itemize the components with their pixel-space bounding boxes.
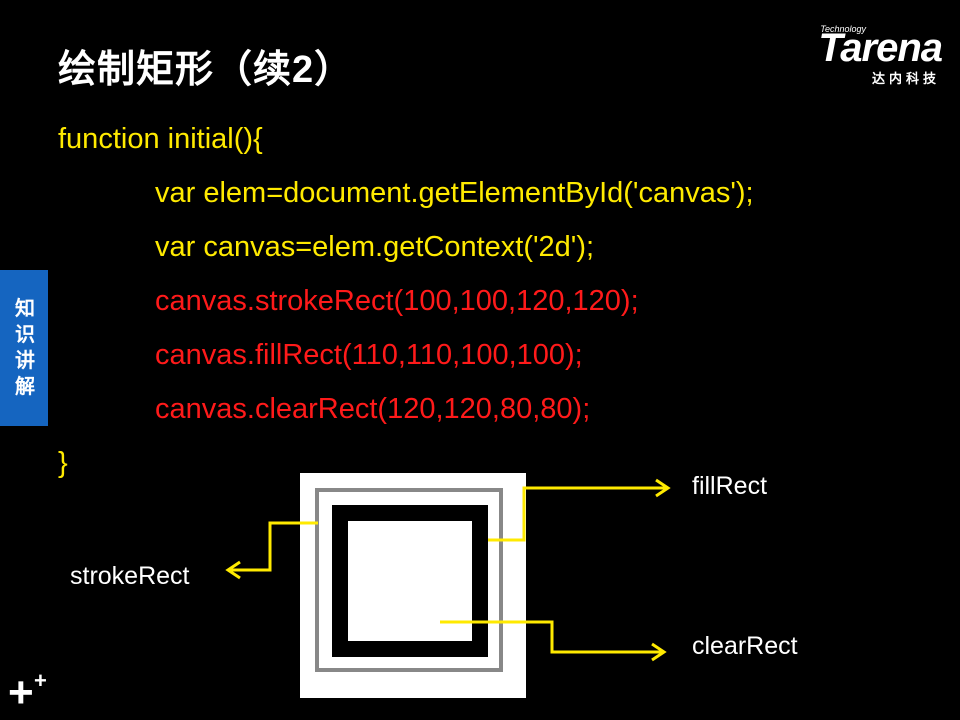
label-clearrect: clearRect [692,632,798,660]
clear-arrow [440,620,664,654]
plus-icon: + [8,668,34,717]
stroke-arrow [228,521,318,572]
plus-small-icon: + [34,668,47,693]
arrow-overlay [225,478,671,662]
label-fillrect: fillRect [692,472,768,500]
label-strokerect: strokeRect [70,562,190,590]
fill-arrow [488,486,668,542]
